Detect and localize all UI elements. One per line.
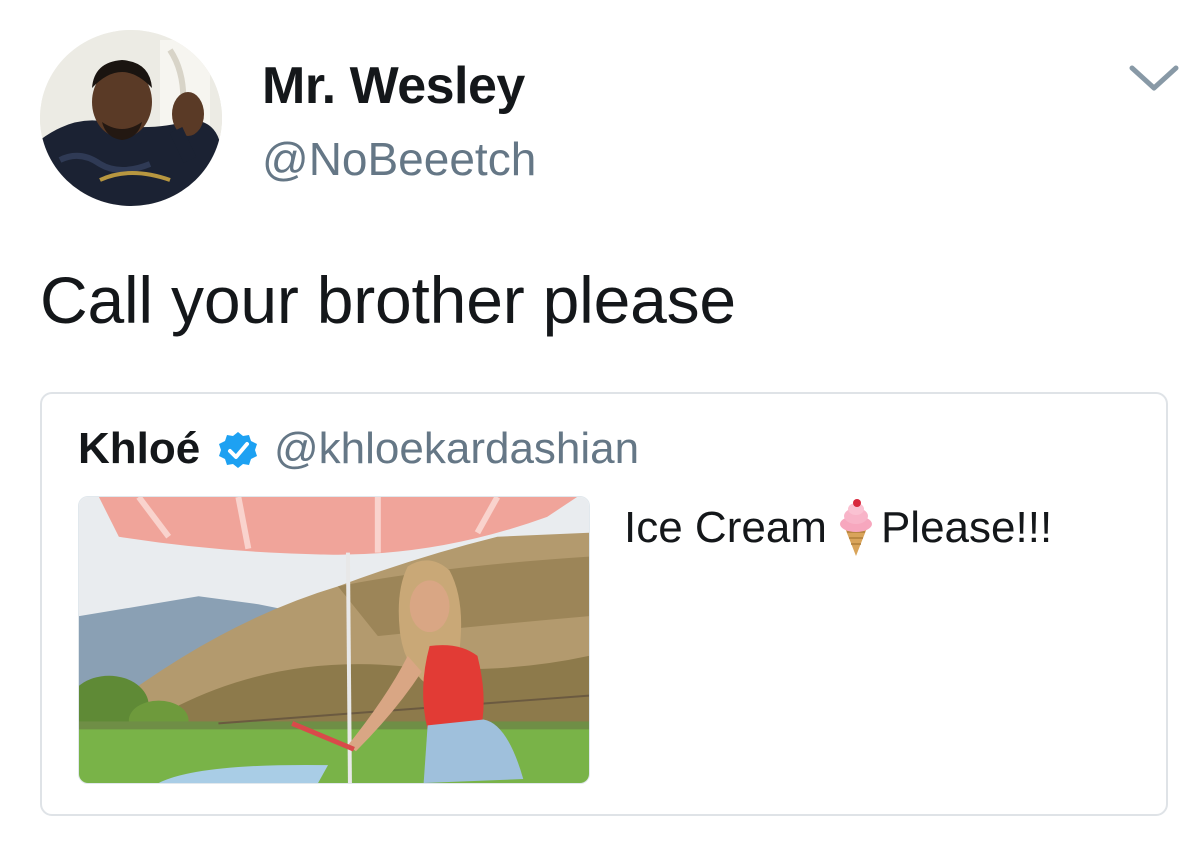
quoted-tweet-photo[interactable] bbox=[78, 496, 590, 784]
tweet: Mr. Wesley @NoBeeetch Call your brother … bbox=[0, 0, 1200, 851]
quoted-author-handle: @khloekardashian bbox=[274, 424, 640, 473]
ice-cream-icon bbox=[833, 498, 879, 558]
photo-image bbox=[79, 497, 589, 783]
chevron-down-icon bbox=[1129, 65, 1179, 91]
quoted-tweet-text: Ice Cream Please!!! bbox=[624, 498, 1052, 558]
quoted-text-part-1: Ice Cream bbox=[624, 503, 827, 552]
verified-badge-icon bbox=[218, 430, 258, 470]
tweet-text: Call your brother please bbox=[40, 263, 736, 337]
tweet-menu-button[interactable] bbox=[1124, 52, 1184, 100]
author-avatar[interactable] bbox=[40, 30, 222, 206]
quoted-tweet-card[interactable]: Khloé @khloekardashian Ice Cream Please!… bbox=[40, 392, 1168, 816]
author-display-name[interactable]: Mr. Wesley bbox=[262, 56, 525, 116]
avatar-image bbox=[40, 30, 222, 206]
quoted-text-part-2: Please!!! bbox=[880, 503, 1053, 552]
author-handle[interactable]: @NoBeeetch bbox=[262, 132, 536, 186]
quoted-author-display-name: Khloé bbox=[78, 424, 201, 473]
